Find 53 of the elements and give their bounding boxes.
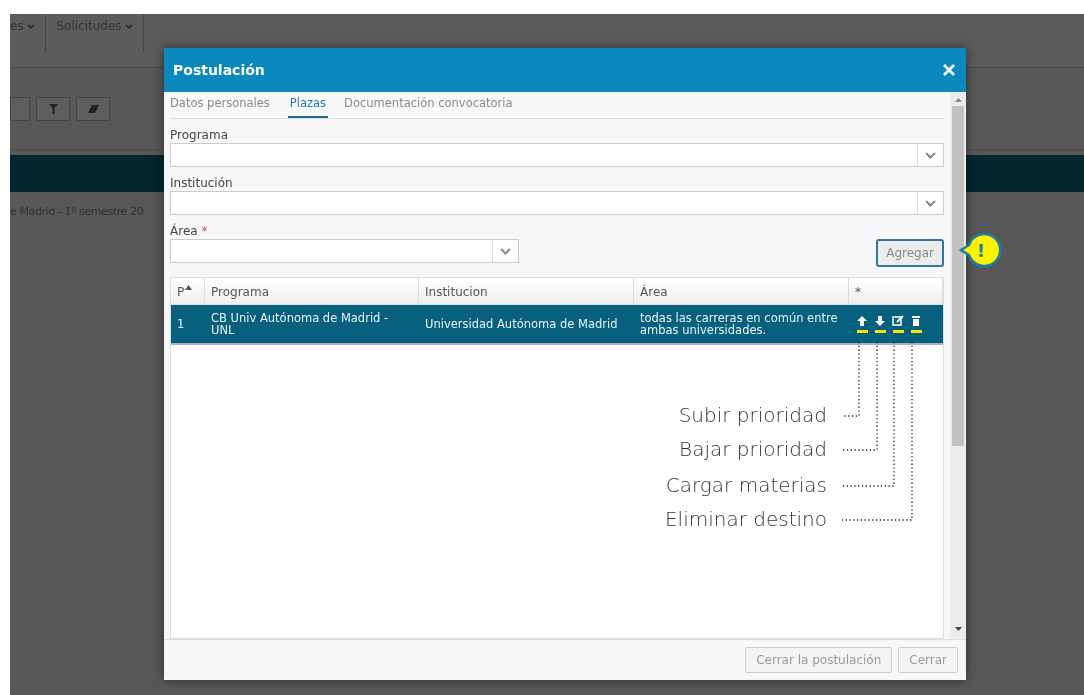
column-header[interactable]: P	[171, 278, 205, 304]
table-cell-text: CB Univ Autónoma de Madrid - UNL	[211, 312, 390, 336]
trash-icon[interactable]	[910, 315, 922, 327]
chevron-down-icon	[925, 199, 936, 207]
arrow-down-icon[interactable]	[874, 315, 886, 327]
scrollbar-thumb[interactable]	[952, 106, 964, 446]
annotation-label: Cargar materias	[665, 473, 827, 497]
arrow-up-icon[interactable]	[856, 315, 868, 327]
scroll-up-icon[interactable]	[954, 98, 962, 102]
filter-button[interactable]	[36, 96, 70, 121]
column-header[interactable]: *	[849, 278, 943, 304]
required-mark: *	[200, 224, 208, 238]
chevron-down-icon	[125, 23, 134, 30]
field-label: Programa	[170, 127, 229, 143]
column-header[interactable]: Área	[634, 278, 849, 304]
annotation-label: Eliminar destino	[664, 507, 827, 531]
select-field[interactable]	[170, 143, 944, 167]
column-header[interactable]: Institucion	[419, 278, 634, 304]
highlight-dash	[892, 330, 904, 333]
tab[interactable]: Plazas	[287, 92, 329, 118]
highlight-dash	[856, 330, 868, 333]
tab[interactable]: Datos personales	[170, 92, 279, 118]
tab[interactable]: Documentación convocatoria	[344, 92, 522, 118]
footer-button[interactable]: Cerrar la postulación	[745, 647, 893, 673]
annotation-label: Subir prioridad	[678, 403, 827, 427]
highlight-dash	[874, 330, 886, 333]
modal-title: Postulación	[173, 60, 265, 80]
table-cell-text: todas las carreras en común entre ambas universidades.	[640, 312, 839, 336]
select-field[interactable]	[170, 191, 944, 215]
callout-badge	[958, 231, 1004, 269]
highlight-dash	[910, 330, 922, 333]
chevron-down-icon	[925, 151, 936, 159]
close-icon[interactable]	[943, 64, 955, 76]
chevron-down-icon	[27, 23, 36, 30]
footer-button[interactable]: Cerrar	[898, 647, 958, 673]
callout-mark: !	[977, 239, 986, 263]
add-button[interactable]: Agregar	[876, 239, 944, 267]
scrollbar[interactable]	[950, 92, 966, 639]
field-label: Área *	[170, 223, 209, 239]
field-label: Institución	[170, 175, 234, 191]
table-cell: Universidad Autónoma de Madrid	[425, 318, 618, 330]
column-header[interactable]: Programa	[205, 278, 419, 304]
table-row[interactable]: 1 CB Univ Autónoma de Madrid - UNL Universidad Autónoma de Madrid todas las carreras en común entre ambas universidades.	[171, 305, 943, 345]
table-cell: 1	[177, 318, 185, 330]
eraser-icon	[87, 104, 99, 113]
search-field[interactable]	[10, 96, 30, 121]
clear-button[interactable]	[76, 96, 110, 121]
edit-icon[interactable]	[892, 315, 904, 327]
area-select[interactable]	[170, 239, 519, 263]
chevron-down-icon	[500, 247, 511, 255]
annotation-label: Bajar prioridad	[679, 437, 827, 461]
scroll-down-icon[interactable]	[954, 627, 962, 631]
funnel-icon	[48, 103, 58, 114]
